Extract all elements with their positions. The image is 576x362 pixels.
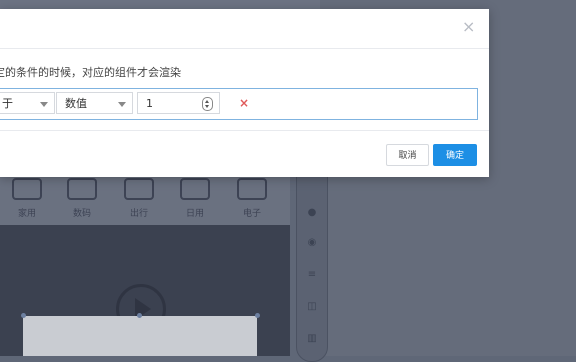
condition-dialog: × 定的条件的时候，对应的组件才会渲染 于 数值 1 × 取消 确定 <box>0 9 489 177</box>
gamepad-icon <box>67 178 97 200</box>
condition-row: 于 数值 1 × <box>0 88 478 120</box>
category-daily[interactable]: 日用 <box>173 178 217 219</box>
number-value: 1 <box>146 97 153 110</box>
category-label: 家用 <box>17 209 36 219</box>
value-type-value: 数值 <box>65 97 87 110</box>
selected-component[interactable] <box>23 316 257 356</box>
category-household[interactable]: 家用 <box>5 178 49 219</box>
copy-icon[interactable]: ◫ <box>306 301 318 313</box>
category-travel[interactable]: 出行 <box>117 178 161 219</box>
divider <box>0 130 489 131</box>
dialog-description: 定的条件的时候，对应的组件才会渲染 <box>0 66 181 79</box>
resize-handle[interactable] <box>137 313 142 318</box>
envelope-icon <box>180 178 210 200</box>
category-label: 日用 <box>185 209 204 219</box>
globe-icon[interactable]: ◉ <box>306 237 318 249</box>
category-electronic[interactable]: 电子 <box>230 178 274 219</box>
resize-handle[interactable] <box>255 313 260 318</box>
category-digital[interactable]: 数码 <box>60 178 104 219</box>
cancel-button[interactable]: 取消 <box>386 144 429 166</box>
lines-icon[interactable]: ≡ <box>306 269 318 281</box>
trash-icon[interactable]: ▥ <box>306 333 318 345</box>
pin-icon[interactable]: ● <box>306 207 318 219</box>
chevron-down-icon <box>118 102 126 107</box>
confirm-button[interactable]: 确定 <box>433 144 477 166</box>
remove-condition-icon[interactable]: × <box>239 96 249 110</box>
operator-select[interactable]: 于 <box>0 92 55 114</box>
operator-value: 于 <box>2 97 13 110</box>
resize-handle[interactable] <box>21 313 26 318</box>
category-label: 数码 <box>72 209 91 219</box>
stepper-icon[interactable] <box>202 97 213 111</box>
value-type-select[interactable]: 数值 <box>56 92 133 114</box>
number-input[interactable]: 1 <box>137 92 220 114</box>
divider <box>0 48 489 49</box>
household-icon <box>12 178 42 200</box>
close-icon[interactable]: × <box>462 19 475 35</box>
device-icon <box>237 178 267 200</box>
vertical-toolbar: ● ◉ ≡ ◫ ▥ <box>296 150 328 362</box>
bicycle-icon <box>124 178 154 200</box>
category-label: 电子 <box>242 209 261 219</box>
chevron-down-icon <box>40 102 48 107</box>
category-label: 出行 <box>129 209 148 219</box>
